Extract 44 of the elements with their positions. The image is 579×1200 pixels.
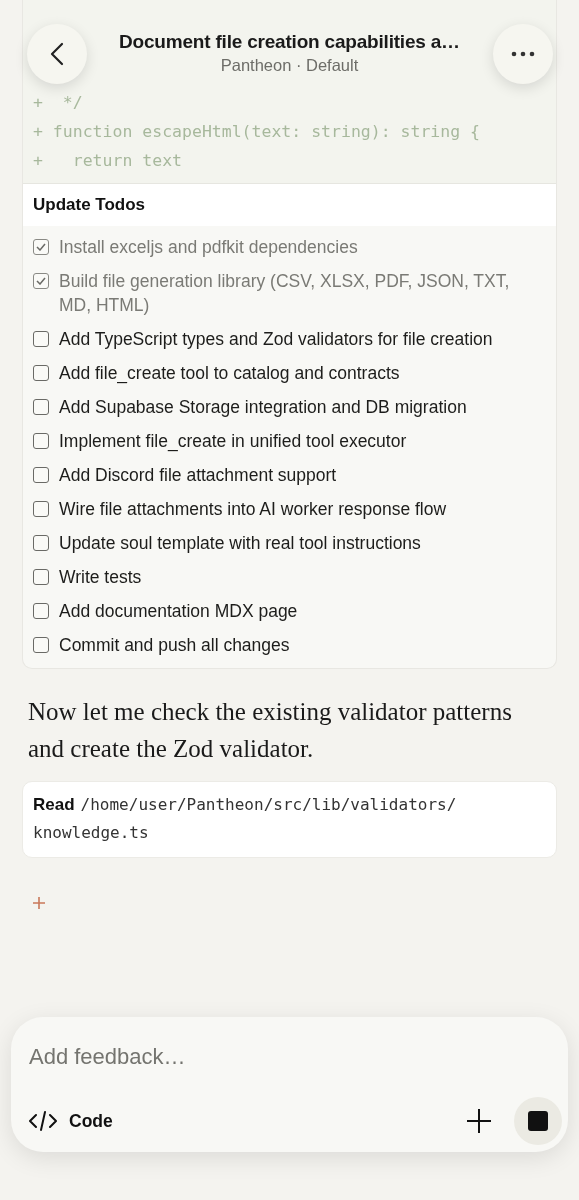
todos-heading: Update Todos [23, 184, 556, 226]
todo-label: Implement file_create in unified tool executor [59, 430, 407, 453]
conversation-title: Document file creation capabilities a… [118, 31, 461, 53]
back-icon [50, 42, 64, 66]
stop-button[interactable] [514, 1097, 562, 1145]
checkbox[interactable] [33, 365, 49, 381]
todo-label: Write tests [59, 566, 142, 589]
more-icon [511, 51, 535, 57]
checkbox[interactable] [33, 331, 49, 347]
checkbox[interactable] [33, 501, 49, 517]
check-icon [36, 277, 46, 285]
todo-label: Commit and push all changes [59, 634, 290, 657]
todo-label: Build file generation library (CSV, XLSX, PDF, JSON, TXT, MD, HTML) [59, 270, 511, 317]
check-icon [36, 243, 46, 251]
checkbox[interactable] [33, 569, 49, 585]
todo-label: Add documentation MDX page [59, 600, 298, 623]
code-line: + function escapeHtml(text: string): string { [33, 121, 481, 143]
todo-label: Add Discord file attachment support [59, 464, 337, 487]
todo-label: Add file_create tool to catalog and contracts [59, 362, 400, 385]
code-mode-button[interactable]: Code [29, 1110, 113, 1132]
plus-icon [466, 1108, 492, 1134]
conversation-subtitle: Pantheon · Default [220, 56, 359, 75]
checkbox[interactable] [33, 535, 49, 551]
code-line: + return text [33, 150, 182, 172]
checkbox[interactable] [33, 467, 49, 483]
todo-label: Wire file attachments into AI worker response flow [59, 498, 447, 521]
todo-label: Install exceljs and pdfkit dependencies [59, 236, 358, 259]
spinner-icon [32, 896, 46, 910]
add-button[interactable] [466, 1108, 492, 1134]
assistant-message: Now let me check the existing validator patterns and create the Zod validator. [28, 697, 513, 764]
code-line: + */ [33, 92, 83, 114]
checkbox[interactable] [33, 399, 49, 415]
stop-icon [528, 1111, 548, 1131]
todo-label: Update soul template with real tool instructions [59, 532, 421, 555]
checkbox[interactable] [33, 637, 49, 653]
code-icon [29, 1110, 57, 1132]
todo-label: Add Supabase Storage integration and DB migration [59, 396, 467, 419]
checkbox[interactable] [33, 433, 49, 449]
checkbox[interactable] [33, 239, 49, 255]
checkbox[interactable] [33, 273, 49, 289]
tool-call-text: Read /home/user/Pantheon/src/lib/validators/knowledge.ts [33, 794, 458, 844]
feedback-input[interactable]: Add feedback… [29, 1039, 550, 1075]
checkbox[interactable] [33, 603, 49, 619]
todo-label: Add TypeScript types and Zod validators for file creation [59, 328, 493, 351]
